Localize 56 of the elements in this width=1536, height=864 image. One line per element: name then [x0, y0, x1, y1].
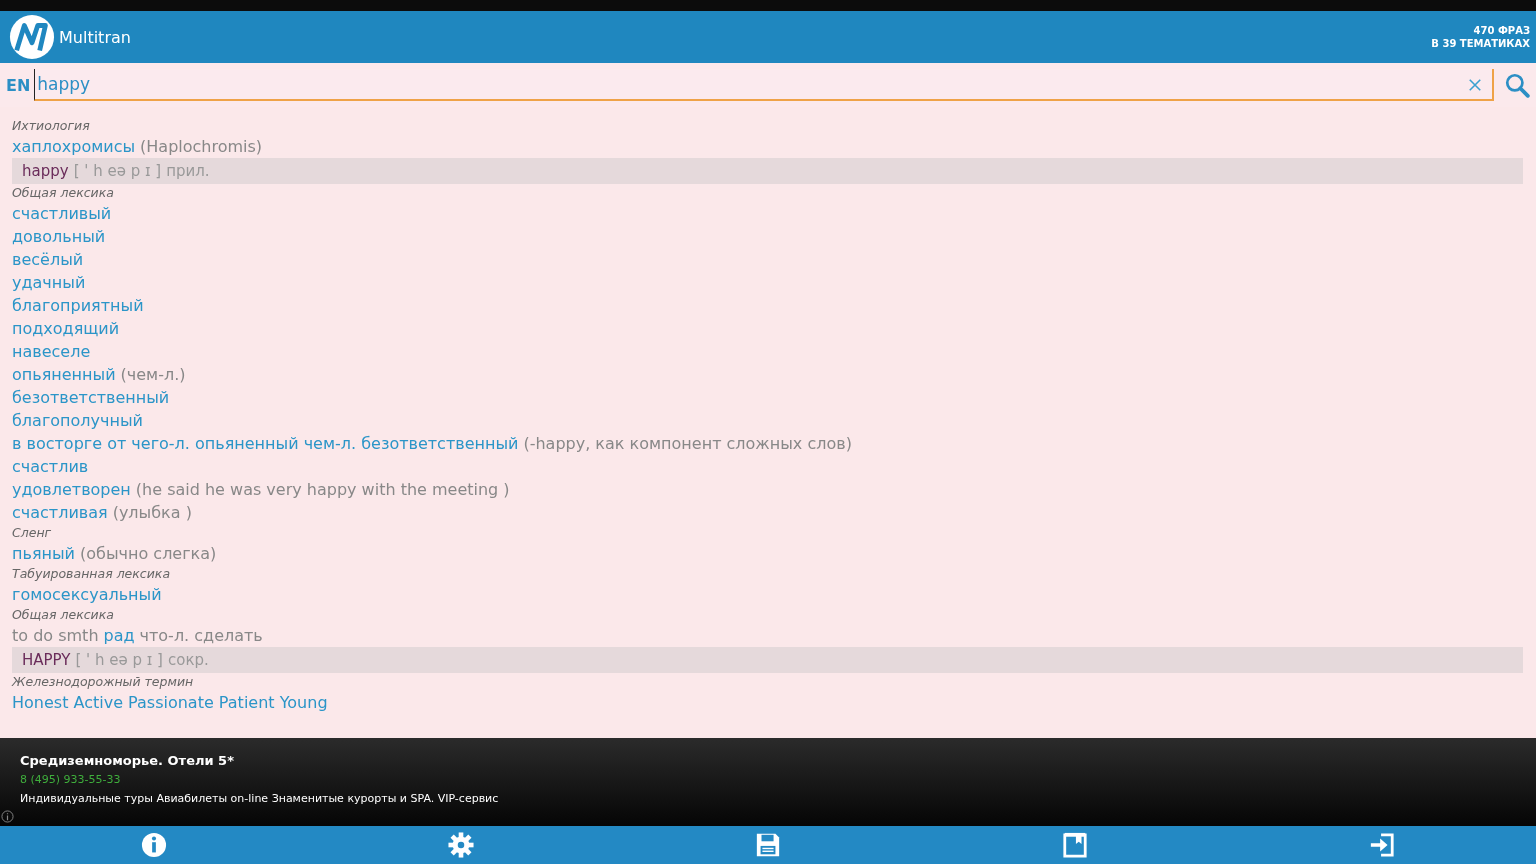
translation-link[interactable]: счастливый [12, 204, 112, 223]
translation-link[interactable]: подходящий [12, 319, 120, 338]
app-title: Multitran [59, 27, 131, 47]
translation-note: (обычно слегка) [80, 544, 217, 563]
language-label[interactable]: EN [6, 75, 31, 95]
phrase-text: to do smth [12, 626, 99, 645]
translation-link[interactable]: благоприятный [12, 296, 144, 315]
topic-label: Сленг [12, 524, 53, 542]
translation-link[interactable]: гомосексуальный [12, 585, 162, 604]
headword: HAPPY [22, 651, 71, 669]
translation-link[interactable]: навеселе [12, 342, 91, 361]
logo-icon [9, 14, 55, 60]
translation-link[interactable]: хаплохромисы [12, 137, 136, 156]
translation-link[interactable]: Honest Active Passionate Patient Young [12, 693, 328, 712]
ad-description: Индивидуальные туры Авиабилеты on-line Знаменитые курорты и SPA. VIP-сервис [20, 791, 500, 807]
part-of-speech: прил. [166, 162, 210, 180]
translation-note: (улыбка ) [112, 503, 192, 522]
translation-link[interactable]: весёлый [12, 250, 84, 269]
translation-note: (-happy, как компонент сложных слов) [523, 434, 852, 453]
search-icon[interactable] [1504, 72, 1530, 98]
clear-icon[interactable] [1468, 78, 1482, 92]
translation-link[interactable]: пьяный [12, 544, 75, 563]
translation-link[interactable]: счастливая [12, 503, 108, 522]
part-of-speech: сокр. [167, 651, 209, 669]
topic-label: Общая лексика [12, 606, 115, 624]
translation-link[interactable]: благополучный [12, 411, 143, 430]
transcription: [ ' h eə p ɪ ] [75, 651, 163, 669]
search-field[interactable]: happy [34, 69, 1494, 101]
ad-info-icon[interactable] [1, 810, 14, 823]
translation-link[interactable]: опьяненный [12, 365, 116, 384]
sign-in-icon[interactable] [1369, 832, 1396, 858]
translation-link[interactable]: довольный [12, 227, 106, 246]
translation-note: (Haplochromis) [140, 137, 263, 156]
info-icon[interactable] [140, 832, 167, 858]
translation-link[interactable]: рад [103, 626, 135, 645]
settings-icon[interactable] [447, 832, 474, 858]
topic-label: Табуированная лексика [12, 565, 172, 583]
topic-label: Общая лексика [12, 184, 115, 202]
stats-text: В 39 ТЕМАТИКАХ [1431, 37, 1530, 50]
ad-banner[interactable]: Средиземноморье. Отели 5* 8 (495) 933-55-33 Индивидуальные туры Авиабилеты on-line Знаменитые курорты и SPA. VIP-сервис [0, 738, 1536, 826]
translation-link[interactable]: безответственный [12, 388, 170, 407]
translation-link[interactable]: удачный [12, 273, 86, 292]
translation-note: (чем-л.) [120, 365, 186, 384]
translation-link[interactable]: удовлетворен [12, 480, 131, 499]
topic-label: Железнодорожный термин [12, 673, 195, 691]
transcription: [ ' h eə p ɪ ] [73, 162, 162, 180]
topic-label: Ихтиология [12, 117, 91, 135]
headword: happy [22, 162, 69, 180]
ad-phone: 8 (495) 933-55-33 [20, 772, 122, 788]
translation-note: (he said he was very happy with the meeting ) [135, 480, 510, 499]
book-bookmark-icon[interactable] [1062, 832, 1089, 858]
translation-link[interactable]: счастлив [12, 457, 89, 476]
stats-text: 470 ФРАЗ [1473, 24, 1530, 37]
translation-link[interactable]: в восторге от чего-л. опьяненный чем-л. безответственный [12, 434, 519, 453]
phrase-text: что-л. сделать [139, 626, 263, 645]
ad-title: Средиземноморье. Отели 5* [20, 752, 235, 770]
